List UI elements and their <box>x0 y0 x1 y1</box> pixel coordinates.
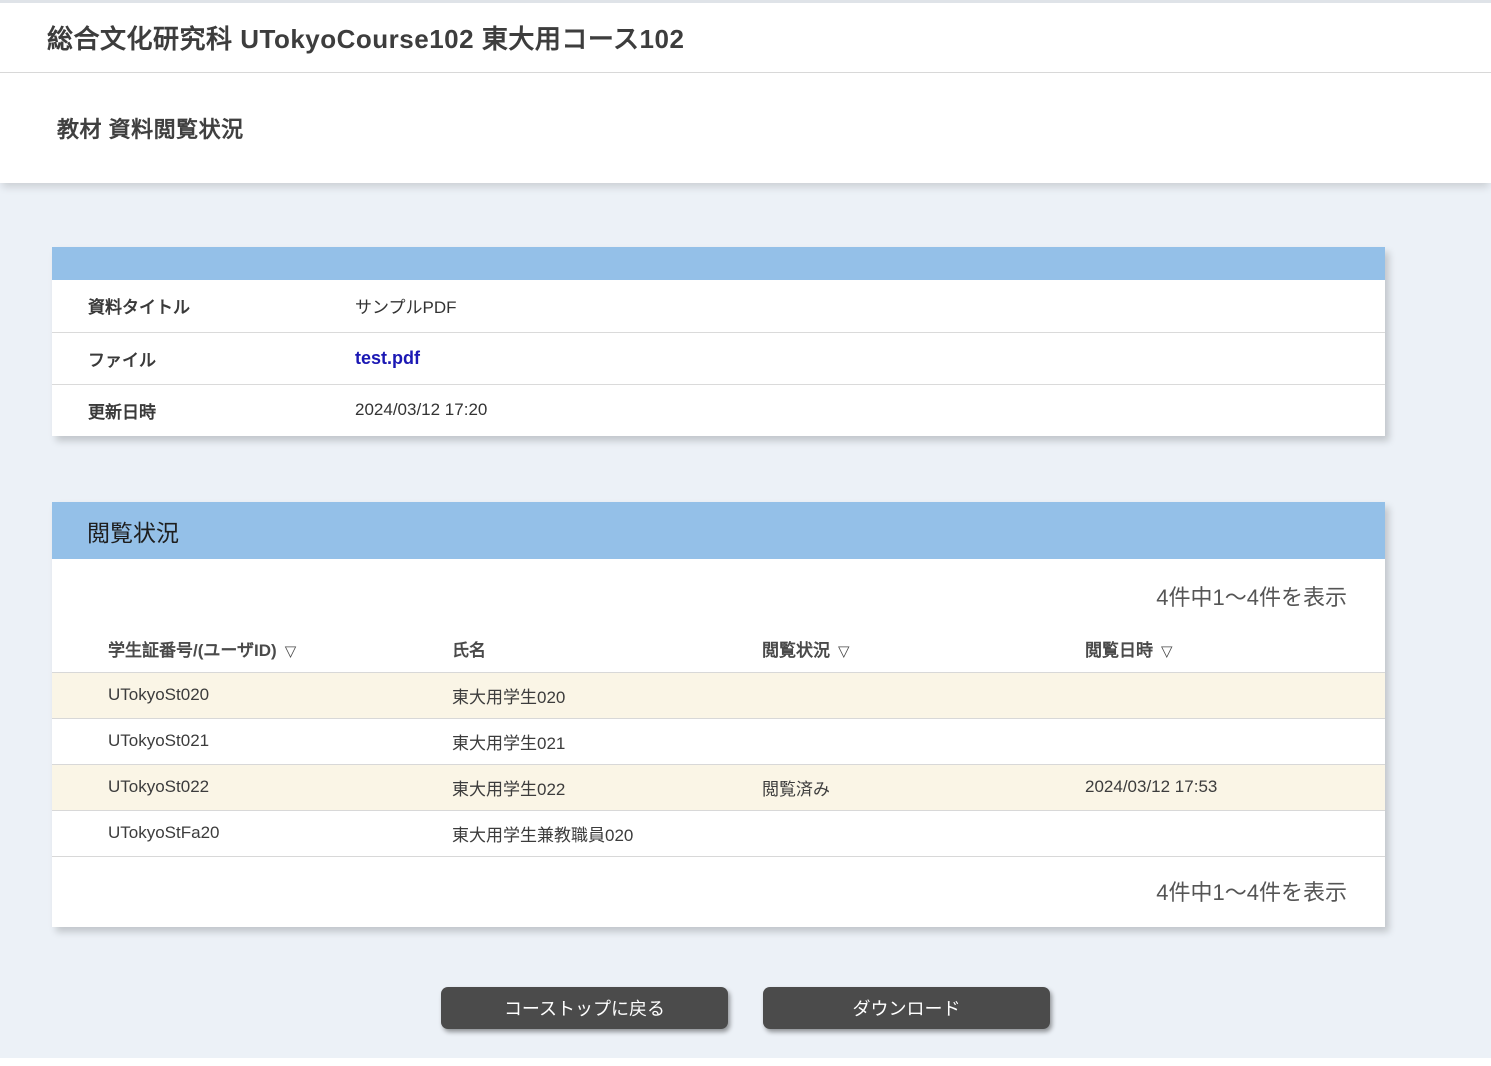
footer-strip <box>0 1058 1491 1066</box>
file-link[interactable]: test.pdf <box>355 348 420 368</box>
student-viewed-at: 2024/03/12 17:53 <box>1085 764 1385 810</box>
column-header-status-label: 閲覧状況 <box>762 641 830 660</box>
page-header: 総合文化研究科 UTokyoCourse102 東大用コース102 教材 資料閲… <box>0 0 1491 183</box>
sort-down-icon-status[interactable]: ▽ <box>838 643 850 660</box>
viewing-status-section-header: 閲覧状況 <box>52 502 1385 559</box>
course-title-band: 総合文化研究科 UTokyoCourse102 東大用コース102 <box>0 3 1491 73</box>
page-title-band: 教材 資料閲覧状況 <box>0 73 1491 183</box>
student-row: UTokyoStFa20 東大用学生兼教職員020 <box>52 810 1385 856</box>
material-title-label: 資料タイトル <box>52 280 355 332</box>
material-title-row: 資料タイトル サンプルPDF <box>52 280 1385 332</box>
student-status <box>762 672 1085 718</box>
student-row: UTokyoSt022 東大用学生022 閲覧済み 2024/03/12 17:… <box>52 764 1385 810</box>
page-title: 教材 資料閲覧状況 <box>57 112 244 144</box>
student-name: 東大用学生020 <box>452 672 762 718</box>
student-user-id: UTokyoSt020 <box>52 672 452 718</box>
download-button[interactable]: ダウンロード <box>763 987 1050 1029</box>
student-user-id: UTokyoSt021 <box>52 718 452 764</box>
viewing-status-section-title: 閲覧状況 <box>87 514 179 548</box>
student-user-id: UTokyoStFa20 <box>52 810 452 856</box>
sort-down-icon-user-id[interactable]: ▽ <box>285 643 297 660</box>
student-viewed-at <box>1085 672 1385 718</box>
material-info-table: 資料タイトル サンプルPDF ファイル test.pdf 更新日時 2024/0… <box>52 280 1385 436</box>
student-status <box>762 718 1085 764</box>
student-name: 東大用学生021 <box>452 718 762 764</box>
column-header-user-id: 学生証番号/(ユーザID) ▽ <box>52 625 452 672</box>
column-header-viewed-at: 閲覧日時 ▽ <box>1085 625 1385 672</box>
student-status <box>762 810 1085 856</box>
sort-down-icon-viewed-at[interactable]: ▽ <box>1161 643 1173 660</box>
action-button-row: コーストップに戻る ダウンロード <box>0 987 1491 1029</box>
material-updated-row: 更新日時 2024/03/12 17:20 <box>52 384 1385 436</box>
material-info-header-bar <box>52 247 1385 280</box>
material-file-row: ファイル test.pdf <box>52 332 1385 384</box>
course-title: 総合文化研究科 UTokyoCourse102 東大用コース102 <box>47 19 684 56</box>
viewing-status-table: 学生証番号/(ユーザID) ▽ 氏名 閲覧状況 ▽ 閲覧日時 ▽ UTokyoSt02… <box>52 625 1385 857</box>
student-row: UTokyoSt020 東大用学生020 <box>52 672 1385 718</box>
material-title-value: サンプルPDF <box>355 280 1385 332</box>
student-name: 東大用学生兼教職員020 <box>452 810 762 856</box>
column-header-name-label: 氏名 <box>452 641 486 660</box>
student-viewed-at <box>1085 718 1385 764</box>
material-updated-value: 2024/03/12 17:20 <box>355 384 1385 436</box>
viewing-status-panel: 閲覧状況 4件中1〜4件を表示 学生証番号/(ユーザID) ▽ 氏名 閲覧状況 ▽ … <box>52 502 1385 927</box>
student-status: 閲覧済み <box>762 764 1085 810</box>
material-file-label: ファイル <box>52 332 355 384</box>
column-header-viewed-at-label: 閲覧日時 <box>1085 641 1153 660</box>
result-count-bottom: 4件中1〜4件を表示 <box>52 857 1385 927</box>
material-info-panel: 資料タイトル サンプルPDF ファイル test.pdf 更新日時 2024/0… <box>52 247 1385 436</box>
student-name: 東大用学生022 <box>452 764 762 810</box>
student-user-id: UTokyoSt022 <box>52 764 452 810</box>
back-to-course-top-button[interactable]: コーストップに戻る <box>441 987 728 1029</box>
result-count-top: 4件中1〜4件を表示 <box>52 559 1385 625</box>
status-table-header-row: 学生証番号/(ユーザID) ▽ 氏名 閲覧状況 ▽ 閲覧日時 ▽ <box>52 625 1385 672</box>
column-header-user-id-label: 学生証番号/(ユーザID) <box>108 641 277 660</box>
column-header-name: 氏名 <box>452 625 762 672</box>
student-viewed-at <box>1085 810 1385 856</box>
material-updated-label: 更新日時 <box>52 384 355 436</box>
student-row: UTokyoSt021 東大用学生021 <box>52 718 1385 764</box>
column-header-status: 閲覧状況 ▽ <box>762 625 1085 672</box>
